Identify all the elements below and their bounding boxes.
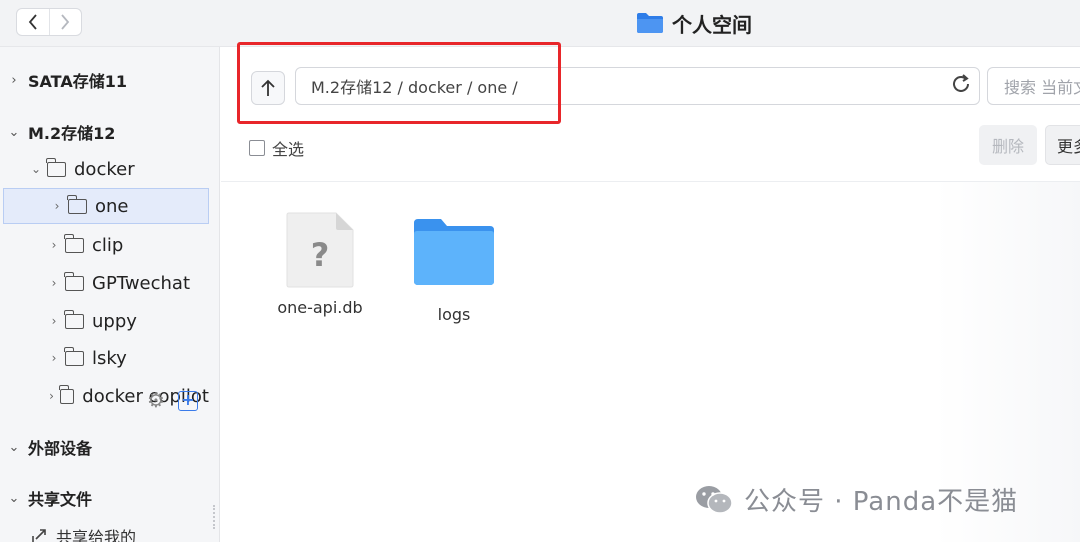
folder-icon — [46, 157, 66, 177]
sidebar-section-label: 外部设备 — [28, 439, 93, 458]
back-button[interactable] — [17, 9, 49, 35]
nav-buttons — [16, 8, 82, 36]
sidebar-section-m2[interactable]: ⌄ M.2存储12 — [0, 117, 220, 147]
tree-item-uppy[interactable]: › uppy — [45, 303, 215, 339]
folder-icon — [59, 384, 75, 404]
chevron-right-icon: › — [51, 238, 57, 252]
chevron-right-icon — [61, 14, 70, 30]
watermark: 公众号 · Panda不是猫 — [694, 481, 1018, 518]
file-name: logs — [437, 305, 471, 324]
more-label: 更多 — [1057, 137, 1080, 156]
folder-icon — [64, 346, 84, 366]
file-item-logs[interactable]: logs — [399, 217, 509, 324]
sidebar-item-label: 共享给我的 — [56, 528, 137, 542]
chevron-right-icon: › — [11, 72, 17, 88]
sidebar-section-label: SATA存储11 — [28, 72, 127, 91]
chevron-down-icon: ⌄ — [8, 124, 20, 140]
folder-icon — [67, 194, 87, 214]
folder-icon — [64, 309, 84, 329]
delete-button[interactable]: 删除 — [979, 125, 1037, 165]
file-item-one-api-db[interactable]: ? one-api.db — [265, 212, 375, 317]
sidebar-resize-handle[interactable] — [213, 505, 217, 529]
arrow-up-icon — [261, 79, 275, 96]
forward-button[interactable] — [48, 9, 81, 35]
window-title: 个人空间 — [636, 8, 752, 38]
select-all-checkbox[interactable]: 全选 — [249, 136, 304, 160]
chevron-down-icon: ⌄ — [8, 439, 20, 455]
sidebar-section-sata[interactable]: › SATA存储11 — [0, 65, 220, 95]
file-name: one-api.db — [277, 298, 363, 317]
tree-item-gptwechat[interactable]: › GPTwechat — [45, 265, 215, 301]
tree-item-one[interactable]: › one — [3, 188, 209, 224]
sidebar-section-external[interactable]: ⌄ 外部设备 — [0, 432, 140, 462]
chevron-left-icon — [28, 14, 37, 30]
sidebar-item-shared-with-me[interactable]: 共享给我的 — [30, 524, 136, 542]
parent-folder-button[interactable] — [251, 71, 285, 105]
select-all-label: 全选 — [272, 140, 305, 159]
sidebar-section-label: 共享文件 — [28, 490, 93, 509]
wechat-icon — [696, 485, 733, 514]
refresh-icon[interactable] — [948, 73, 974, 99]
sidebar-section-label: M.2存储12 — [28, 124, 116, 143]
folder-icon — [64, 233, 84, 253]
title-bar: 个人空间 — [0, 0, 1080, 47]
chevron-down-icon: ⌄ — [8, 490, 20, 506]
chevron-right-icon: › — [54, 199, 60, 213]
folder-icon — [64, 271, 84, 291]
folder-icon — [637, 13, 663, 33]
tree-item-label: lsky — [92, 347, 127, 369]
tree-item-clip[interactable]: › clip — [45, 227, 215, 263]
delete-label: 删除 — [991, 137, 1024, 156]
path-text: M.2存储12 / docker / one / — [311, 78, 518, 97]
window-title-text: 个人空间 — [672, 12, 752, 37]
add-device-button[interactable]: + — [178, 391, 198, 411]
path-bar[interactable]: M.2存储12 / docker / one / — [295, 67, 980, 105]
tree-item-label: clip — [92, 234, 124, 256]
sidebar-section-shared[interactable]: ⌄ 共享文件 — [0, 483, 220, 513]
chevron-right-icon: › — [51, 314, 57, 328]
tree-item-label: uppy — [92, 310, 137, 332]
watermark-text: 公众号 · Panda不是猫 — [744, 487, 1019, 517]
chevron-right-icon: › — [49, 389, 54, 403]
svg-text:?: ? — [311, 236, 330, 274]
checkbox[interactable] — [249, 140, 265, 156]
chevron-right-icon: › — [51, 276, 57, 290]
chevron-right-icon: › — [51, 351, 57, 365]
tree-item-label: docker — [74, 158, 135, 180]
chevron-down-icon: ⌄ — [30, 162, 42, 176]
tree-item-lsky[interactable]: › lsky — [45, 340, 215, 376]
more-button[interactable]: 更多 — [1045, 125, 1080, 165]
unknown-file-icon: ? — [286, 212, 354, 288]
search-input[interactable]: 搜索 当前文件夹 — [987, 67, 1080, 105]
gear-icon[interactable]: ⚙ — [146, 390, 166, 410]
tree-item-label: GPTwechat — [92, 272, 191, 294]
share-icon — [32, 529, 46, 542]
search-placeholder: 搜索 当前文件夹 — [1004, 78, 1080, 97]
tree-item-label: one — [95, 195, 129, 217]
tree-item-docker[interactable]: ⌄ docker — [27, 151, 217, 187]
folder-icon — [413, 217, 495, 289]
